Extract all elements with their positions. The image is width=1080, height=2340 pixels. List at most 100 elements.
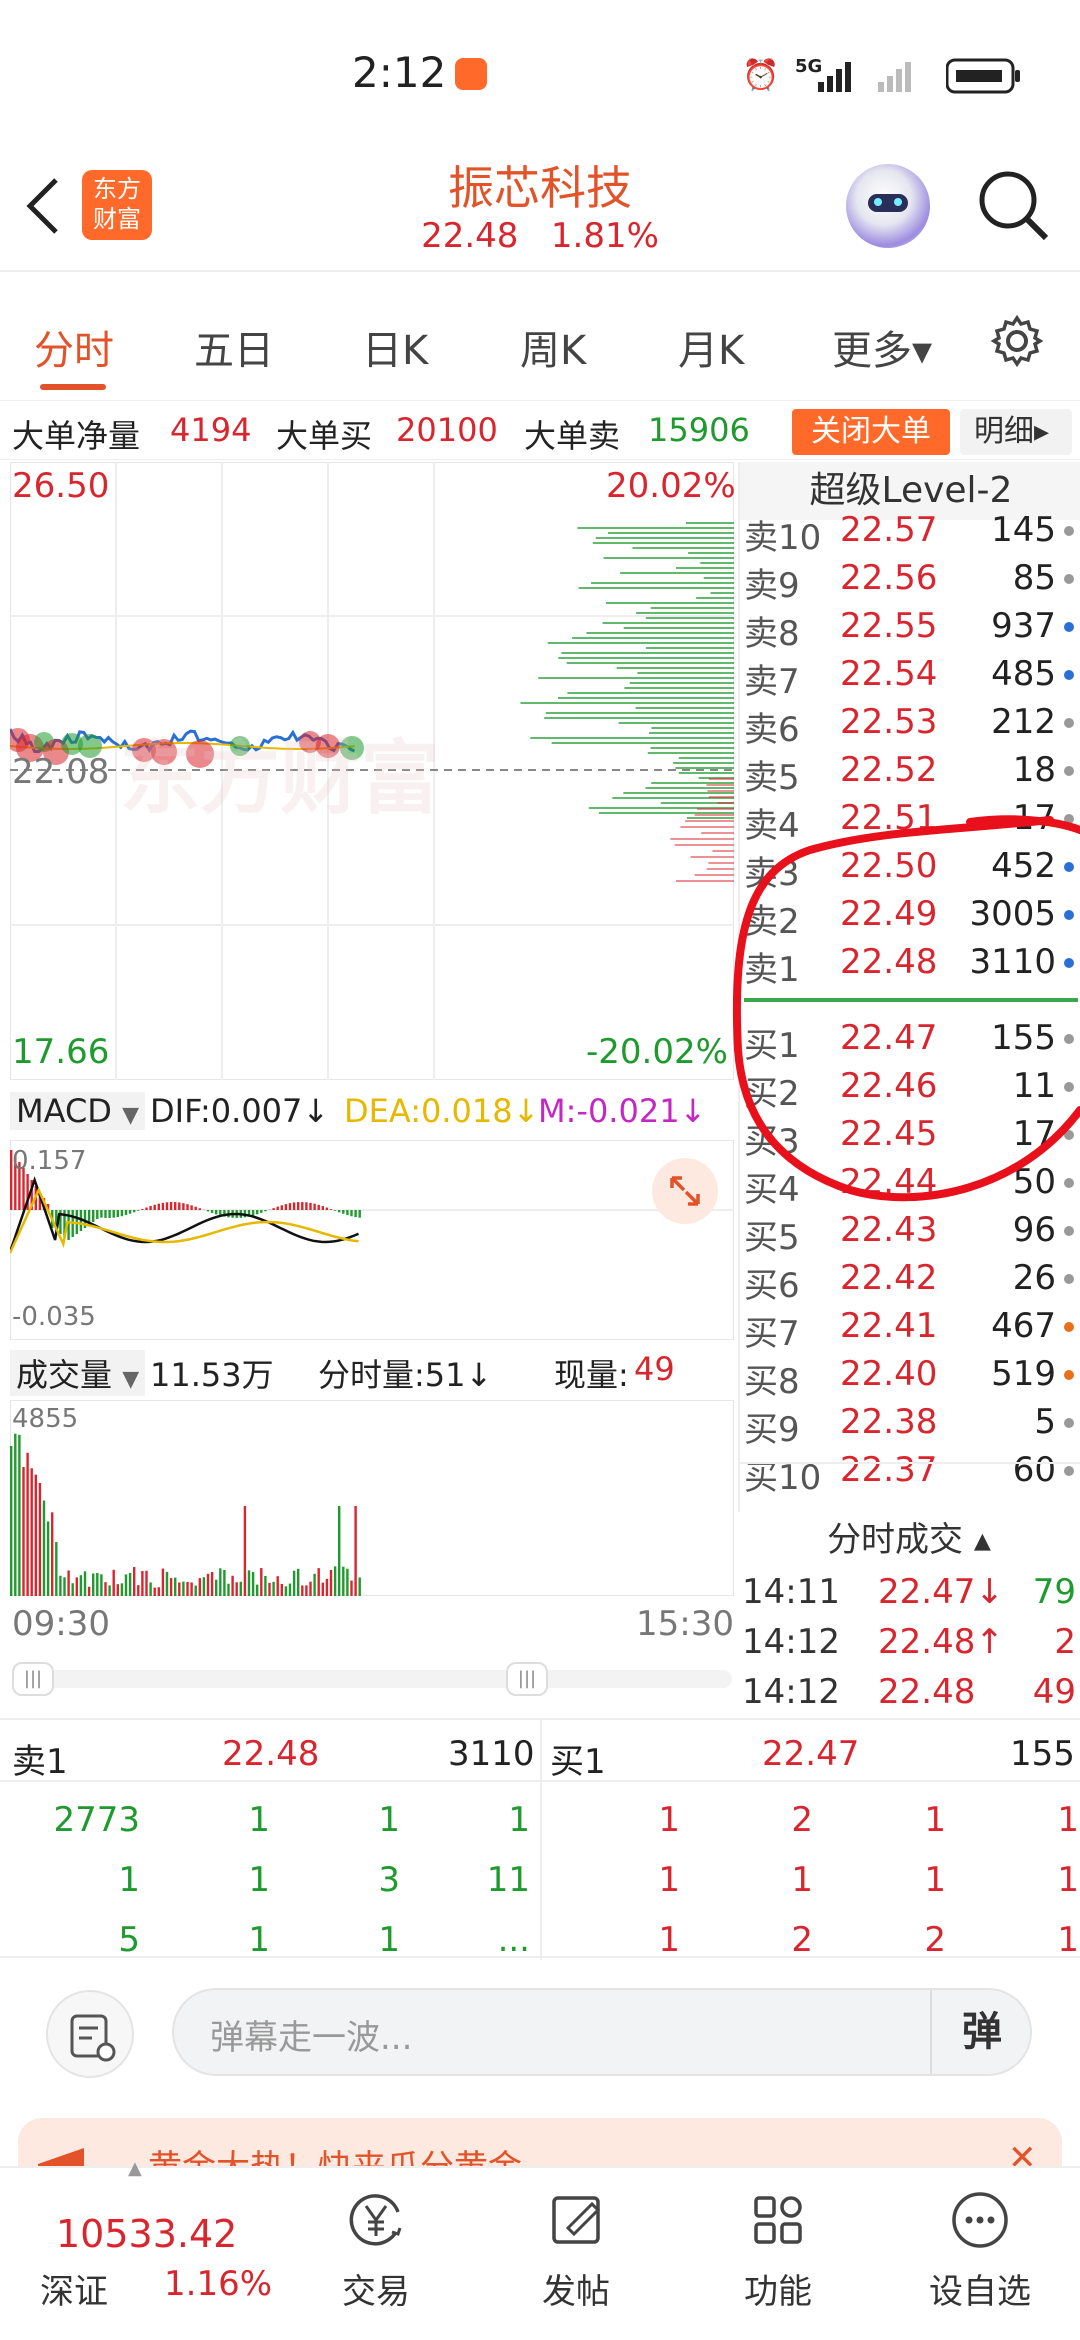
ticks-divider: [740, 1462, 1080, 1464]
close-big-order-button[interactable]: 关闭大单: [792, 409, 950, 455]
queue-sell-cell: 3: [378, 1860, 400, 1900]
depth-bar: [544, 717, 734, 719]
volume-bar: [215, 1579, 218, 1596]
macd-bar: [120, 1210, 124, 1217]
volume-bar: [251, 1572, 255, 1596]
macd-bar: [215, 1210, 218, 1215]
tab-intraday[interactable]: 分时: [34, 318, 114, 376]
orderbook-level-label: 卖8: [744, 614, 800, 654]
volume-bar: [87, 1586, 91, 1596]
danmu-toggle-button[interactable]: 弹: [930, 1990, 1032, 2074]
macd-bar: [309, 1202, 312, 1210]
bottom-nav: ▲ 10533.42 深证 1.16% 交易 发帖 功能 设自选: [0, 2158, 1080, 2340]
index-widget[interactable]: ▲ 10533.42 深证 1.16%: [0, 2158, 272, 2340]
tab-more[interactable]: 更多▾: [832, 318, 932, 376]
volume-bar: [46, 1521, 50, 1596]
intraday-price-chart[interactable]: 东方财富 26.50 20.02% 22.08 17.66 -20.02%: [10, 462, 736, 1080]
depth-bar: [706, 784, 734, 786]
settings-gear-icon[interactable]: [990, 314, 1044, 368]
queue-buy-cell: 1: [658, 1860, 680, 1900]
orderbook-volume: 937: [991, 606, 1056, 646]
volume-bar: [305, 1585, 308, 1596]
status-time: 2:12: [352, 48, 447, 97]
nav-trade[interactable]: 交易: [306, 2168, 446, 2340]
depth-bar: [595, 537, 734, 539]
volume-bar: [22, 1466, 25, 1596]
slider-left-handle[interactable]: |||: [12, 1662, 54, 1696]
ask-row[interactable]: 卖8 22.55 937: [740, 602, 1080, 654]
volume-selector[interactable]: 成交量 ▼: [10, 1350, 146, 1396]
nav-add-watchlist[interactable]: 设自选: [910, 2168, 1050, 2340]
macd-bar: [280, 1205, 283, 1210]
time-range-slider[interactable]: ||| |||: [12, 1662, 732, 1696]
queue-sell-cell: 2773: [53, 1800, 140, 1840]
ask-row[interactable]: 卖10 22.57 145: [740, 506, 1080, 558]
macd-bar: [288, 1203, 292, 1210]
depth-bar: [577, 527, 734, 529]
orderbook-volume: 26: [1012, 1258, 1056, 1298]
tab-five-day[interactable]: 五日: [194, 318, 274, 376]
orderbook-volume: 519: [991, 1354, 1056, 1394]
volume-bar: [79, 1575, 83, 1596]
volume-bar: [272, 1581, 275, 1596]
tab-daily-k[interactable]: 日K: [362, 318, 428, 376]
tab-weekly-k[interactable]: 周K: [520, 318, 586, 376]
queue-sell-cell: 1: [248, 1860, 270, 1900]
slider-right-handle[interactable]: |||: [506, 1662, 548, 1696]
volume-bar: [141, 1570, 144, 1596]
volume-bar: [55, 1542, 58, 1596]
ask-row[interactable]: 卖6 22.53 212: [740, 698, 1080, 750]
volume-bar: [350, 1580, 353, 1596]
depth-bar: [598, 812, 734, 814]
tab-monthly-k[interactable]: 月K: [678, 318, 744, 376]
volume-bar: [297, 1568, 300, 1596]
bid-row[interactable]: 买9 22.38 5: [740, 1398, 1080, 1450]
orderbook-level-label: 卖10: [744, 518, 822, 558]
macd-bar: [92, 1210, 95, 1222]
volume-bar: [51, 1512, 54, 1596]
volume-bar: [284, 1586, 288, 1596]
volume-canvas: [10, 1400, 734, 1596]
depth-bar: [629, 682, 734, 684]
queue-buy-cell: 1: [924, 1860, 946, 1900]
tick-trades: 分时成交 ▴ 14:11 22.47↓ 79 14:12 22.48↑ 2 14:12 22.…: [738, 1512, 1080, 1712]
volume-bar: [26, 1452, 29, 1596]
volume-bar: [10, 1446, 13, 1596]
ask-row[interactable]: 卖7 22.54 485: [740, 650, 1080, 702]
volume-bar: [63, 1577, 66, 1596]
queue-sell-cell: 1: [118, 1860, 140, 1900]
comment-settings-button[interactable]: [46, 1990, 134, 2078]
macd-selector[interactable]: MACD ▼: [10, 1092, 146, 1130]
macd-bar: [100, 1210, 103, 1218]
search-icon[interactable]: [974, 166, 1054, 246]
bid-row[interactable]: 买10 22.37 60: [740, 1446, 1080, 1498]
robot-assistant-avatar[interactable]: [846, 164, 930, 248]
macd-bar: [161, 1202, 165, 1210]
volume-bar: [309, 1581, 312, 1596]
bid-row[interactable]: 买6 22.42 26: [740, 1254, 1080, 1306]
volume-bar: [206, 1573, 210, 1596]
ticks-title[interactable]: 分时成交 ▴: [738, 1512, 1080, 1561]
volume-bar: [153, 1587, 156, 1596]
ask-row[interactable]: 卖9 22.56 85: [740, 554, 1080, 606]
tick-time: 14:12: [742, 1622, 840, 1662]
nav-functions[interactable]: 功能: [708, 2168, 848, 2340]
macd-bar: [149, 1206, 152, 1210]
volume-bar: [137, 1585, 140, 1596]
depth-bar: [651, 727, 734, 729]
macd-bar: [194, 1206, 197, 1210]
fullscreen-button[interactable]: [652, 1158, 718, 1224]
queue-sell-label: 卖1: [12, 1742, 68, 1782]
danmu-input[interactable]: 弹幕走一波... 弹: [172, 1988, 1032, 2076]
tick-row: 14:12 22.48↑ 2: [738, 1622, 1080, 1670]
queue-buy-cell: 1: [658, 1800, 680, 1840]
detail-button[interactable]: 明细▸: [960, 409, 1072, 455]
macd-bar: [354, 1210, 357, 1218]
volume-bar: [18, 1434, 21, 1596]
bid-row[interactable]: 买8 22.40 519: [740, 1350, 1080, 1402]
volume-bar: [288, 1583, 292, 1596]
bid-row[interactable]: 买7 22.41 467: [740, 1302, 1080, 1354]
macd-bar: [190, 1205, 193, 1210]
ask-row[interactable]: 卖5 22.52 18: [740, 746, 1080, 798]
nav-post[interactable]: 发帖: [506, 2168, 646, 2340]
